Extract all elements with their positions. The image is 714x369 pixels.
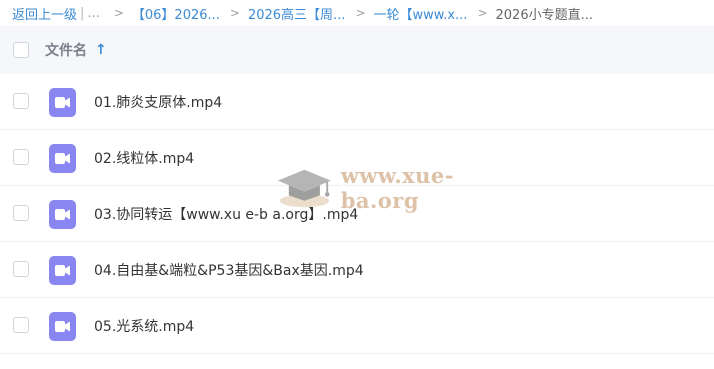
file-name[interactable]: 01.肺炎支原体.mp4 — [94, 92, 222, 112]
file-name[interactable]: 02.线粒体.mp4 — [94, 148, 194, 168]
list-item[interactable]: 04.自由基&端粒&P53基因&Bax基因.mp4 — [0, 242, 714, 298]
list-item[interactable]: 01.肺炎支原体.mp4 — [0, 74, 714, 130]
breadcrumb-item-1[interactable]: 【06】2026... — [132, 4, 220, 23]
column-title: 文件名 — [45, 43, 87, 59]
file-name[interactable]: 04.自由基&端粒&P53基因&Bax基因.mp4 — [94, 260, 364, 280]
chevron-right-icon: > — [229, 6, 240, 20]
row-checkbox[interactable] — [13, 205, 29, 221]
list-item[interactable]: 02.线粒体.mp4 — [0, 130, 714, 186]
breadcrumb-divider: | — [80, 5, 85, 21]
video-file-icon — [49, 88, 76, 117]
list-item[interactable]: 05.光系统.mp4 — [0, 298, 714, 354]
breadcrumb-item-2[interactable]: 2026高三【周... — [248, 4, 345, 23]
breadcrumb-ellipsis[interactable]: ... — [87, 6, 99, 21]
sort-by-filename[interactable]: 文件名 ↑ — [45, 40, 107, 60]
file-name[interactable]: 03.协同转运【www.xu e-b a.org】.mp4 — [94, 204, 358, 224]
file-name[interactable]: 05.光系统.mp4 — [94, 316, 194, 336]
select-all-checkbox[interactable] — [13, 42, 29, 58]
back-link[interactable]: 返回上一级 — [12, 4, 77, 23]
video-file-icon — [49, 200, 76, 229]
row-checkbox[interactable] — [13, 261, 29, 277]
video-file-icon — [49, 256, 76, 285]
list-item[interactable]: 03.协同转运【www.xu e-b a.org】.mp4 — [0, 186, 714, 242]
video-file-icon — [49, 312, 76, 341]
breadcrumb: 返回上一级 | ... > 【06】2026... > 2026高三【周... … — [0, 0, 714, 26]
sort-ascending-icon: ↑ — [95, 42, 107, 58]
row-checkbox[interactable] — [13, 317, 29, 333]
breadcrumb-current: 2026小专题直... — [495, 7, 593, 23]
chevron-right-icon: > — [477, 6, 488, 20]
video-file-icon — [49, 144, 76, 173]
list-header: 文件名 ↑ — [0, 26, 714, 74]
breadcrumb-item-3[interactable]: 一轮【www.x... — [374, 4, 468, 23]
row-checkbox[interactable] — [13, 93, 29, 109]
chevron-right-icon: > — [113, 6, 124, 20]
file-list: 01.肺炎支原体.mp4 02.线粒体.mp4 03.协同转运【www.xu e… — [0, 74, 714, 354]
chevron-right-icon: > — [355, 6, 366, 20]
row-checkbox[interactable] — [13, 149, 29, 165]
